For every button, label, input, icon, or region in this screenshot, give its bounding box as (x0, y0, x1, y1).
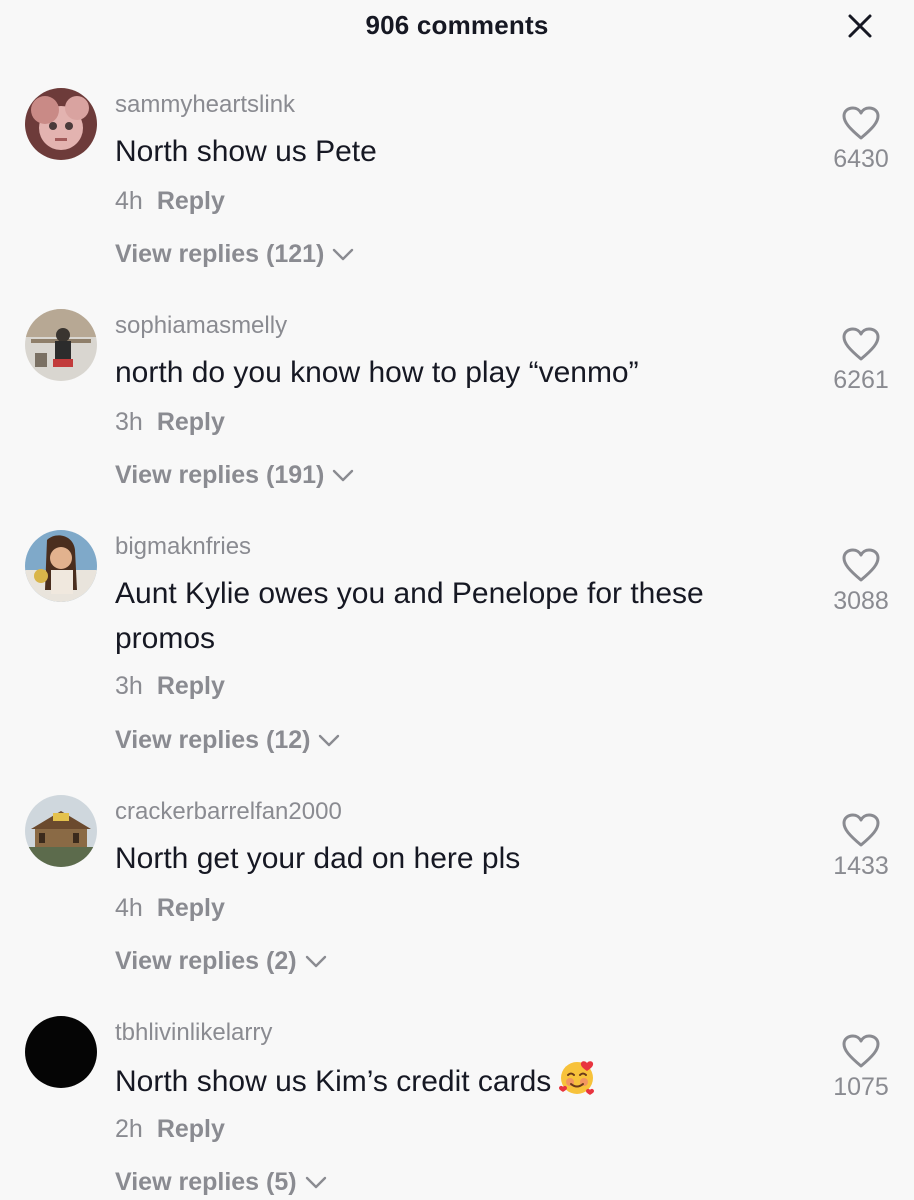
avatar[interactable] (25, 309, 97, 381)
close-icon (848, 14, 872, 38)
comment-item: sammyheartslink North show us Pete 4h Rep… (0, 85, 914, 285)
like-control: 1075 (816, 1033, 906, 1102)
like-control: 6261 (816, 326, 906, 395)
heart-outline-icon[interactable] (841, 547, 881, 583)
chevron-down-icon (333, 248, 354, 260)
comment-text: North get your dad on here pls (115, 842, 521, 875)
like-count: 1075 (833, 1073, 889, 1101)
heart-outline-icon[interactable] (841, 812, 881, 848)
comment-username[interactable]: bigmaknfries (115, 533, 251, 561)
chevron-down-icon (305, 1176, 326, 1188)
reply-button[interactable]: Reply (157, 187, 225, 215)
chevron-down-icon (319, 734, 340, 746)
view-replies-button[interactable]: View replies (5) (115, 1168, 327, 1197)
heart-outline-icon[interactable] (841, 1033, 881, 1069)
comment-meta: 4h Reply (115, 894, 225, 923)
comment-time: 4h (115, 187, 143, 215)
comment-item: bigmaknfries Aunt Kylie owes you and Pen… (0, 527, 914, 767)
avatar[interactable] (25, 530, 97, 602)
like-count: 1433 (833, 852, 889, 880)
view-replies-label: View replies (2) (115, 947, 297, 975)
avatar[interactable] (25, 795, 97, 867)
comment-username[interactable]: tbhlivinlikelarry (115, 1019, 272, 1047)
comment-username[interactable]: sophiamasmelly (115, 312, 287, 340)
view-replies-label: View replies (121) (115, 240, 325, 268)
heart-outline-icon[interactable] (841, 105, 881, 141)
comment-time: 4h (115, 894, 143, 922)
comment-item: sophiamasmelly north do you know how to … (0, 306, 914, 506)
reply-button[interactable]: Reply (157, 672, 225, 700)
avatar[interactable] (25, 88, 97, 160)
like-count: 6430 (833, 145, 889, 173)
view-replies-label: View replies (12) (115, 726, 311, 754)
view-replies-button[interactable]: View replies (121) (115, 240, 354, 269)
comment-time: 3h (115, 672, 143, 700)
comment-time: 2h (115, 1115, 143, 1143)
like-control: 6430 (816, 105, 906, 174)
reply-button[interactable]: Reply (157, 894, 225, 922)
view-replies-label: View replies (191) (115, 461, 325, 489)
reply-button[interactable]: Reply (157, 408, 225, 436)
comment-meta: 4h Reply (115, 187, 225, 216)
smiling-face-with-hearts-icon (559, 1061, 595, 1095)
like-control: 1433 (816, 812, 906, 881)
comment-username[interactable]: crackerbarrelfan2000 (115, 798, 342, 826)
like-count: 6261 (833, 366, 889, 394)
comment-text: Aunt Kylie owes you and Penelope for the… (115, 577, 704, 655)
view-replies-label: View replies (5) (115, 1168, 297, 1196)
chevron-down-icon (333, 469, 354, 481)
comments-header: 906 comments (0, 0, 914, 52)
comments-count-title: 906 comments (365, 10, 549, 40)
comment-meta: 2h Reply (115, 1115, 225, 1144)
avatar[interactable] (25, 1016, 97, 1088)
close-button[interactable] (838, 10, 882, 42)
chevron-down-icon (305, 955, 326, 967)
comment-time: 3h (115, 408, 143, 436)
comment-meta: 3h Reply (115, 672, 225, 701)
comment-text: North show us Kim’s credit cards (115, 1057, 775, 1104)
like-count: 3088 (833, 587, 889, 615)
view-replies-button[interactable]: View replies (2) (115, 947, 327, 976)
heart-outline-icon[interactable] (841, 326, 881, 362)
comment-username[interactable]: sammyheartslink (115, 91, 295, 119)
comment-meta: 3h Reply (115, 408, 225, 437)
like-control: 3088 (816, 547, 906, 616)
reply-button[interactable]: Reply (157, 1115, 225, 1143)
comment-text: North show us Pete (115, 135, 377, 168)
comment-item: tbhlivinlikelarry North show us Kim’s cr… (0, 1013, 914, 1200)
view-replies-button[interactable]: View replies (191) (115, 461, 354, 490)
comment-item: crackerbarrelfan2000 North get your dad … (0, 792, 914, 992)
view-replies-button[interactable]: View replies (12) (115, 726, 340, 755)
comment-text: north do you know how to play “venmo” (115, 356, 639, 389)
comment-text-content: North show us Kim’s credit cards (115, 1065, 552, 1098)
